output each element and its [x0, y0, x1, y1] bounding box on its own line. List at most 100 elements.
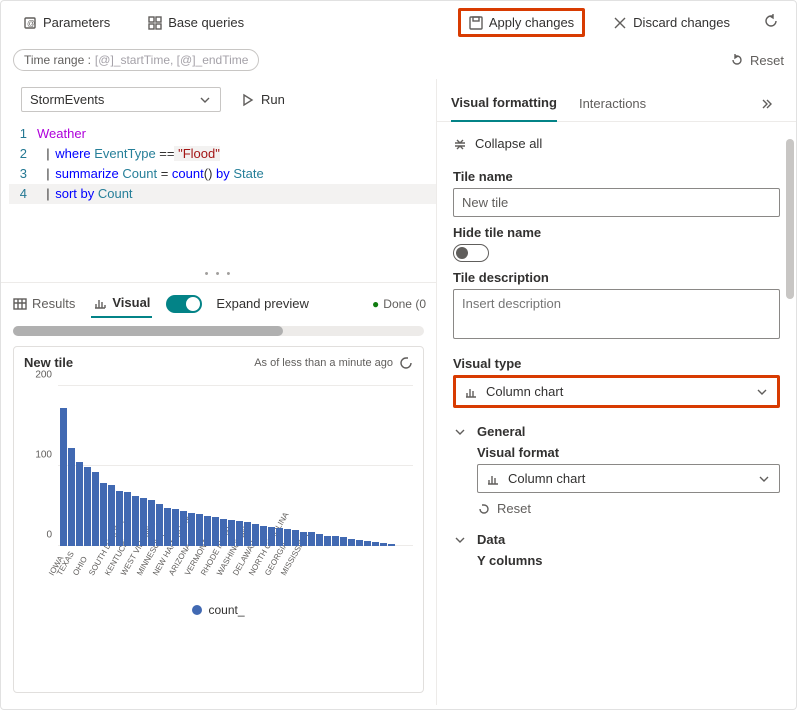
- close-icon: [613, 16, 627, 30]
- time-range-pill[interactable]: Time range : [@]_startTime, [@]_endTime: [13, 49, 259, 71]
- vertical-scrollbar[interactable]: [786, 139, 794, 695]
- section-data[interactable]: Data: [453, 532, 780, 547]
- bar: [100, 483, 107, 546]
- collapse-icon: [453, 137, 467, 151]
- visual-format-label: Visual format: [477, 445, 780, 460]
- chevron-down-icon: [755, 385, 769, 399]
- chart-plot: [58, 376, 413, 546]
- tab-visual-label: Visual: [112, 295, 150, 310]
- bar: [60, 408, 67, 546]
- bar: [292, 530, 299, 546]
- reset-button[interactable]: Reset: [730, 53, 784, 68]
- bar: [84, 467, 91, 546]
- play-icon: [241, 93, 255, 107]
- bar: [68, 448, 75, 546]
- tile-name-label: Tile name: [453, 169, 780, 184]
- collapse-all-button[interactable]: Collapse all: [453, 132, 780, 161]
- section-general[interactable]: General: [453, 424, 780, 439]
- base-queries-button[interactable]: Base queries: [138, 9, 254, 36]
- chevrons-icon: [762, 97, 776, 111]
- bar: [300, 532, 307, 546]
- bar: [108, 485, 115, 546]
- y-columns-label: Y columns: [477, 553, 780, 568]
- bar: [220, 519, 227, 546]
- legend-marker: [192, 605, 202, 615]
- parameters-label: Parameters: [43, 15, 110, 30]
- bar: [324, 536, 331, 546]
- visual-type-select[interactable]: Column chart: [453, 375, 780, 408]
- discard-changes-label: Discard changes: [633, 15, 730, 30]
- query-editor[interactable]: 1Weather2 | where EventType == "Flood"3 …: [1, 120, 436, 208]
- visual-type-value: Column chart: [486, 384, 563, 399]
- tab-visual[interactable]: Visual: [91, 289, 152, 318]
- hide-tile-label: Hide tile name: [453, 225, 780, 240]
- bar: [284, 529, 291, 546]
- reset-label: Reset: [750, 53, 784, 68]
- bar: [356, 540, 363, 546]
- bar: [228, 520, 235, 546]
- chevron-down-icon: [453, 425, 467, 439]
- bar: [124, 492, 131, 546]
- database-select[interactable]: StormEvents: [21, 87, 221, 112]
- bar: [76, 462, 83, 546]
- tile-timestamp: As of less than a minute ago: [254, 357, 393, 369]
- horizontal-scrollbar[interactable]: [13, 326, 424, 336]
- tab-interactions[interactable]: Interactions: [579, 90, 646, 121]
- chevron-down-icon: [757, 472, 771, 486]
- legend-label: count_: [208, 603, 244, 617]
- chevron-down-icon: [453, 533, 467, 547]
- time-range-prefix: Time range :: [24, 53, 91, 67]
- bar: [316, 534, 323, 546]
- chart-icon: [93, 296, 107, 310]
- table-icon: [13, 297, 27, 311]
- reset-visual-button[interactable]: Reset: [477, 501, 780, 516]
- bar: [180, 511, 187, 546]
- refresh-icon: [764, 14, 778, 28]
- bar: [372, 542, 379, 546]
- bar: [252, 524, 259, 546]
- database-value: StormEvents: [30, 92, 104, 107]
- save-icon: [469, 16, 483, 30]
- expand-preview-toggle[interactable]: [166, 295, 202, 313]
- chart-legend: count_: [24, 603, 413, 617]
- svg-text:@: @: [27, 19, 35, 28]
- bar: [212, 517, 219, 546]
- undo-icon: [730, 53, 744, 67]
- apply-changes-button[interactable]: Apply changes: [458, 8, 585, 37]
- hide-tile-toggle[interactable]: [453, 244, 489, 262]
- bar: [268, 527, 275, 546]
- bar: [92, 472, 99, 546]
- tile-name-input[interactable]: [453, 188, 780, 217]
- bar: [380, 543, 387, 546]
- tile-desc-input[interactable]: [453, 289, 780, 339]
- chart-icon: [464, 385, 478, 399]
- expand-preview-label: Expand preview: [216, 296, 309, 311]
- chart-x-axis: IOWATEXASOHIOSOUTH DAKOTAKENTUCKYWEST VI…: [58, 546, 413, 555]
- discard-changes-button[interactable]: Discard changes: [603, 9, 740, 36]
- tab-results[interactable]: Results: [11, 290, 77, 317]
- bar: [140, 498, 147, 546]
- bar: [164, 508, 171, 546]
- chart-y-axis: 0100200: [24, 376, 58, 546]
- bar: [132, 496, 139, 546]
- run-button[interactable]: Run: [231, 88, 295, 111]
- grid-icon: [148, 16, 162, 30]
- parameters-icon: @: [23, 16, 37, 30]
- bar: [260, 526, 267, 546]
- status-done: ● Done (0: [372, 297, 426, 311]
- bar: [364, 541, 371, 546]
- refresh-icon[interactable]: [399, 356, 413, 370]
- bar: [156, 504, 163, 546]
- more-button[interactable]: [756, 91, 782, 120]
- tab-visual-formatting[interactable]: Visual formatting: [451, 89, 557, 122]
- bar: [188, 513, 195, 546]
- resize-handle[interactable]: • • •: [1, 268, 436, 282]
- apply-changes-label: Apply changes: [489, 15, 574, 30]
- chevron-down-icon: [198, 93, 212, 107]
- parameters-button[interactable]: @ Parameters: [13, 9, 120, 36]
- bar: [172, 509, 179, 546]
- refresh-button[interactable]: [758, 8, 784, 37]
- visual-format-select[interactable]: Column chart: [477, 464, 780, 493]
- tab-results-label: Results: [32, 296, 75, 311]
- time-range-value: [@]_startTime, [@]_endTime: [95, 53, 249, 67]
